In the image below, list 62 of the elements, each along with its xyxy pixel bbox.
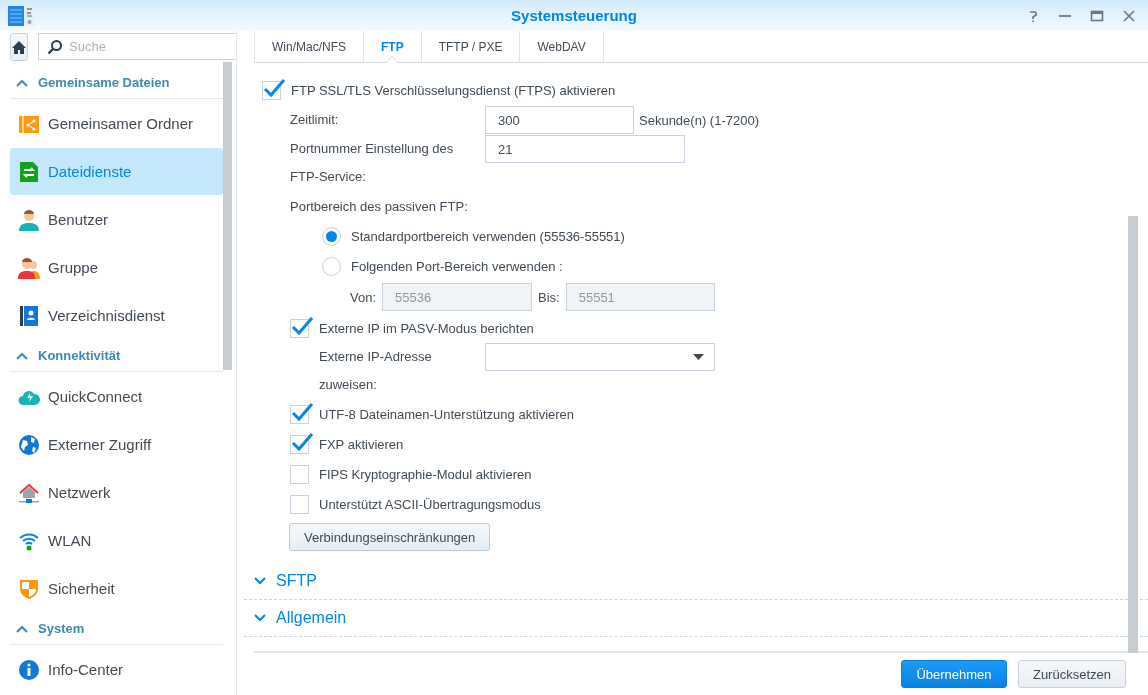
search-field[interactable]: Suche xyxy=(38,33,236,60)
search-icon xyxy=(47,39,63,55)
sidebar-item[interactable]: Info-Center xyxy=(10,646,223,693)
group-icon xyxy=(18,256,40,279)
chevron-icon xyxy=(16,78,28,87)
home-button[interactable] xyxy=(10,33,28,61)
checkbox[interactable] xyxy=(290,494,309,514)
caret-icon xyxy=(693,354,704,360)
checkbox-label: Externe IP im PASV-Modus berichten xyxy=(319,320,534,336)
field-label: Portbereich des passiven FTP: xyxy=(290,198,468,214)
field-label: Portnummer Einstellung des FTP-Service: xyxy=(290,140,455,186)
maximize-icon[interactable] xyxy=(1090,8,1104,23)
directory-icon xyxy=(18,304,40,327)
info-icon xyxy=(18,658,40,681)
section-header[interactable]: SFTP xyxy=(244,563,1148,600)
reset-button[interactable]: Zurücksetzen xyxy=(1017,660,1126,688)
radio-label: Folgenden Port-Bereich verwenden : xyxy=(351,258,563,274)
tab[interactable]: WebDAV xyxy=(519,31,604,62)
checkbox-label: UTF-8 Dateinamen-Unterstützung aktivieren xyxy=(319,406,575,422)
sidebar-item[interactable]: Gemeinsamer Ordner xyxy=(10,100,223,147)
checkbox[interactable] xyxy=(290,464,309,484)
radio-label: Standardportbereich verwenden (55536-55551) xyxy=(351,228,625,244)
tab[interactable]: TFTP / PXE xyxy=(420,31,520,62)
chevron-icon xyxy=(254,577,266,585)
window-title: Systemsteuerung xyxy=(511,7,637,24)
shield-icon xyxy=(18,577,40,600)
field-label: Von: xyxy=(350,289,377,305)
sidebar-item[interactable]: Gruppe xyxy=(10,244,223,291)
close-icon[interactable] xyxy=(1122,8,1136,23)
network-icon xyxy=(18,481,40,504)
field-label: Zeitlimit: xyxy=(290,111,340,129)
field-label: Bis: xyxy=(538,289,560,305)
user-icon xyxy=(18,208,40,231)
sidebar-item[interactable]: Netzwerk xyxy=(10,469,223,516)
section-header[interactable]: Allgemein xyxy=(244,600,1148,637)
unit-label: Sekunde(n) (1-7200) xyxy=(639,112,759,128)
tab[interactable]: FTP xyxy=(363,31,421,62)
chevron-icon xyxy=(16,624,28,633)
connection-limits-button[interactable]: Verbindungseinschränkungen xyxy=(289,523,491,551)
chevron-icon xyxy=(254,614,266,622)
sidebar-item[interactable]: QuickConnect xyxy=(10,373,223,420)
timeout-field[interactable]: 300 xyxy=(485,106,634,134)
scrollbar-thumb[interactable] xyxy=(223,62,232,370)
tab[interactable]: Win/Mac/NFS xyxy=(254,31,363,62)
section-header[interactable]: System xyxy=(10,613,223,645)
sidebar-item[interactable]: WLAN xyxy=(10,517,223,564)
field-label: Externe IP-Adresse zuweisen: xyxy=(319,348,433,394)
sidebar-item[interactable]: Verzeichnisdienst xyxy=(10,292,223,339)
sidebar-item[interactable]: Benutzer xyxy=(10,196,223,243)
sidebar-item[interactable]: Sicherheit xyxy=(10,565,223,612)
checkbox-label: FIPS Kryptographie-Modul aktivieren xyxy=(319,466,532,482)
checkbox-label: FTP SSL/TLS Verschlüsselungsdienst (FTPS) aktivieren xyxy=(291,82,616,98)
chevron-icon xyxy=(16,351,28,360)
app-icon xyxy=(8,4,34,27)
sidebar-item[interactable]: Externer Zugriff xyxy=(10,421,223,468)
globe-icon xyxy=(18,433,40,456)
checkbox-label: FXP aktivieren xyxy=(319,436,404,452)
scrollbar-thumb[interactable] xyxy=(1128,216,1138,653)
checkbox-label: Unterstützt ASCII-Übertragungsmodus xyxy=(319,496,541,512)
home-icon xyxy=(11,39,27,55)
file-transfer-icon xyxy=(18,160,40,183)
port-field[interactable]: 21 xyxy=(485,135,685,163)
